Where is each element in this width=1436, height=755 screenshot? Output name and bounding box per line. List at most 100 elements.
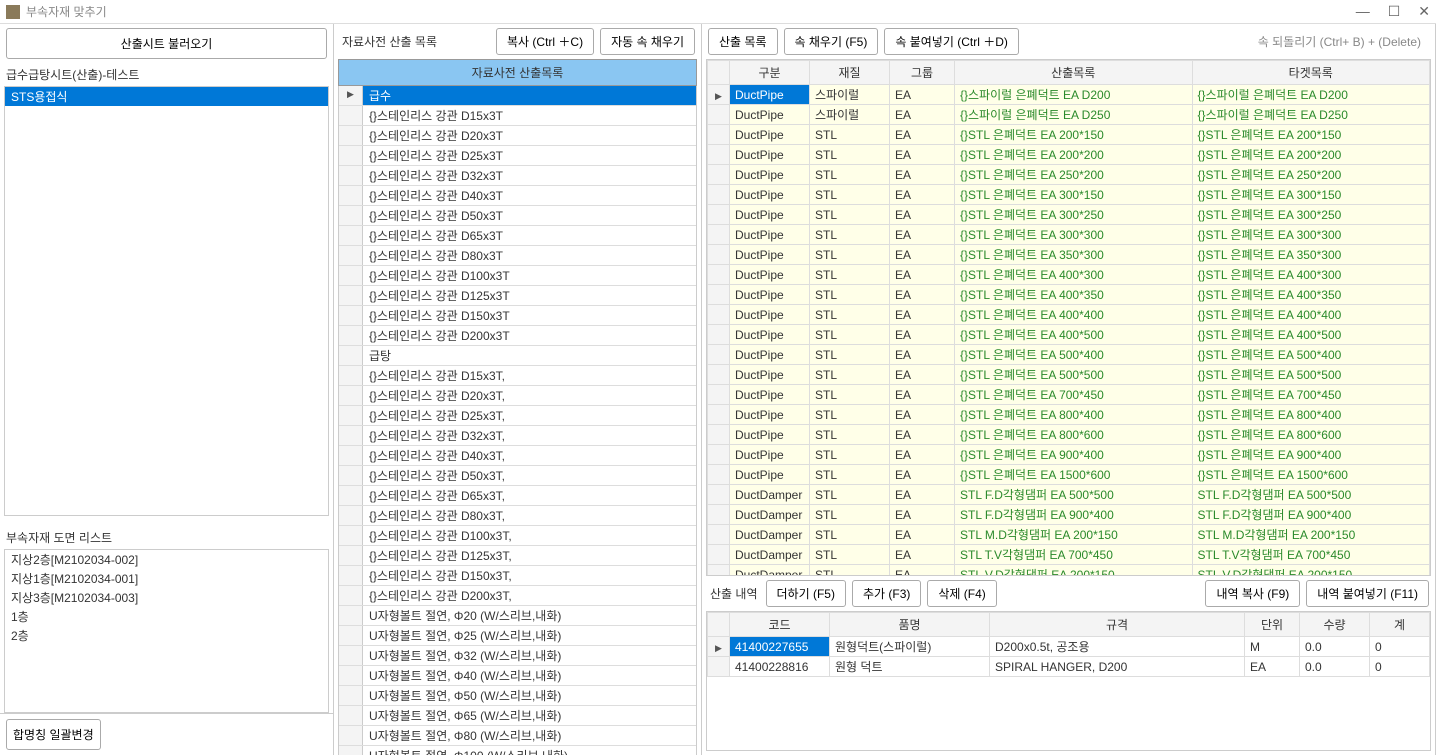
grid-header[interactable]: 산출목록 — [955, 61, 1193, 85]
dict-list-row[interactable]: {}스테인리스 강관 D100x3T, — [339, 526, 696, 546]
autofill-button[interactable]: 자동 속 채우기 — [600, 28, 695, 55]
dict-list-row[interactable]: {}스테인리스 강관 D125x3T, — [339, 546, 696, 566]
dict-list-row[interactable]: U자형볼트 절연, Φ40 (W/스리브,내화) — [339, 666, 696, 686]
dict-list-row[interactable]: {}스테인리스 강관 D50x3T, — [339, 466, 696, 486]
detail-header[interactable]: 계 — [1370, 613, 1430, 637]
grid-row[interactable]: DuctPipeSTLEA{}STL 은폐덕트 EA 200*150{}STL … — [708, 125, 1430, 145]
drawing-list-item[interactable]: 2층 — [5, 626, 328, 645]
grid-row[interactable]: DuctPipeSTLEA{}STL 은폐덕트 EA 800*600{}STL … — [708, 425, 1430, 445]
grid-row[interactable]: DuctPipeSTLEA{}STL 은폐덕트 EA 400*350{}STL … — [708, 285, 1430, 305]
dict-list-row[interactable]: {}스테인리스 강관 D32x3T — [339, 166, 696, 186]
rename-batch-button[interactable]: 합명칭 일괄변경 — [6, 719, 101, 750]
grid-row[interactable]: DuctPipeSTLEA{}STL 은폐덕트 EA 200*200{}STL … — [708, 145, 1430, 165]
grid-row[interactable]: DuctPipeSTLEA{}STL 은폐덕트 EA 300*300{}STL … — [708, 225, 1430, 245]
grid-header[interactable]: 타겟목록 — [1192, 61, 1430, 85]
grid-row[interactable]: DuctPipeSTLEA{}STL 은폐덕트 EA 400*500{}STL … — [708, 325, 1430, 345]
grid-row[interactable]: DuctPipeSTLEA{}STL 은폐덕트 EA 400*300{}STL … — [708, 265, 1430, 285]
dict-list-row[interactable]: {}스테인리스 강관 D15x3T — [339, 106, 696, 126]
dict-list-row[interactable]: {}스테인리스 강관 D150x3T — [339, 306, 696, 326]
sheet-tree[interactable]: STS용접식 — [4, 86, 329, 516]
drawing-list[interactable]: 지상2층[M2102034-002]지상1층[M2102034-001]지상3층… — [4, 549, 329, 713]
dict-list-row[interactable]: 급탕 — [339, 346, 696, 366]
dict-list-row[interactable]: U자형볼트 절연, Φ80 (W/스리브,내화) — [339, 726, 696, 746]
dict-list-row[interactable]: {}스테인리스 강관 D100x3T — [339, 266, 696, 286]
copy-button[interactable]: 복사 (Ctrl ＋C) — [496, 28, 594, 55]
grid-header[interactable]: 구분 — [730, 61, 810, 85]
dict-list-row[interactable]: {}스테인리스 강관 D20x3T — [339, 126, 696, 146]
grid-row[interactable]: DuctPipeSTLEA{}STL 은폐덕트 EA 500*400{}STL … — [708, 345, 1430, 365]
detail-header[interactable]: 품명 — [830, 613, 990, 637]
dict-list-row[interactable]: 급수 — [339, 86, 696, 106]
main-grid-wrap[interactable]: 구분재질그룹산출목록타겟목록 DuctPipe스파이럴EA{}스파이럴 은폐덕트… — [706, 59, 1431, 576]
dict-list-row[interactable]: {}스테인리스 강관 D65x3T — [339, 226, 696, 246]
paste-attr-button[interactable]: 속 붙여넣기 (Ctrl ＋D) — [884, 28, 1019, 55]
drawing-list-item[interactable]: 지상3층[M2102034-003] — [5, 588, 328, 607]
grid-row[interactable]: DuctPipe스파이럴EA{}스파이럴 은폐덕트 EA D250{}스파이럴 … — [708, 105, 1430, 125]
drawing-list-item[interactable]: 지상2층[M2102034-002] — [5, 550, 328, 569]
dict-list-row[interactable]: U자형볼트 절연, Φ20 (W/스리브,내화) — [339, 606, 696, 626]
dict-list-row[interactable]: {}스테인리스 강관 D50x3T — [339, 206, 696, 226]
grid-row[interactable]: DuctDamperSTLEASTL V.D각형댐퍼 EA 200*150STL… — [708, 565, 1430, 577]
detail-paste-button[interactable]: 내역 붙여넣기 (F11) — [1306, 580, 1429, 607]
detail-add-button[interactable]: 더하기 (F5) — [766, 580, 846, 607]
dict-list-row[interactable]: U자형볼트 절연, Φ32 (W/스리브,내화) — [339, 646, 696, 666]
close-button[interactable]: ✕ — [1418, 3, 1430, 20]
grid-row[interactable]: DuctDamperSTLEASTL T.V각형댐퍼 EA 700*450STL… — [708, 545, 1430, 565]
grid-row[interactable]: DuctPipeSTLEA{}STL 은폐덕트 EA 500*500{}STL … — [708, 365, 1430, 385]
dict-list-row[interactable]: {}스테인리스 강관 D40x3T — [339, 186, 696, 206]
grid-header[interactable]: 재질 — [810, 61, 890, 85]
output-list-button[interactable]: 산출 목록 — [708, 28, 778, 55]
detail-grid-wrap[interactable]: 코드품명규격단위수량계 41400227655원형덕트(스파이럴)D200x0.… — [706, 611, 1431, 751]
dict-list-row[interactable]: {}스테인리스 강관 D200x3T — [339, 326, 696, 346]
dict-list-row[interactable]: {}스테인리스 강관 D25x3T — [339, 146, 696, 166]
dict-list-row[interactable]: U자형볼트 절연, Φ100 (W/스리브,내화) — [339, 746, 696, 755]
grid-row[interactable]: DuctPipeSTLEA{}STL 은폐덕트 EA 400*400{}STL … — [708, 305, 1430, 325]
load-sheet-button[interactable]: 산출시트 불러오기 — [6, 28, 327, 59]
grid-row[interactable]: DuctDamperSTLEASTL F.D각형댐퍼 EA 500*500STL… — [708, 485, 1430, 505]
minimize-button[interactable]: — — [1356, 3, 1370, 20]
dict-list-row[interactable]: {}스테인리스 강관 D40x3T, — [339, 446, 696, 466]
grid-row[interactable]: DuctPipeSTLEA{}STL 은폐덕트 EA 350*300{}STL … — [708, 245, 1430, 265]
sheet-tree-header: 급수급탕시트(산출)-테스트 — [0, 63, 333, 86]
grid-row[interactable]: DuctDamperSTLEASTL F.D각형댐퍼 EA 900*400STL… — [708, 505, 1430, 525]
grid-row[interactable]: DuctPipeSTLEA{}STL 은폐덕트 EA 900*400{}STL … — [708, 445, 1430, 465]
detail-row[interactable]: 41400228816원형 덕트SPIRAL HANGER, D200EA0.0… — [708, 657, 1430, 677]
dict-list-row[interactable]: {}스테인리스 강관 D80x3T, — [339, 506, 696, 526]
grid-header[interactable]: 그룹 — [890, 61, 955, 85]
dict-list-row[interactable]: U자형볼트 절연, Φ65 (W/스리브,내화) — [339, 706, 696, 726]
dict-list-row[interactable]: {}스테인리스 강관 D25x3T, — [339, 406, 696, 426]
detail-row[interactable]: 41400227655원형덕트(스파이럴)D200x0.5t, 공조용M0.00 — [708, 637, 1430, 657]
detail-header[interactable]: 코드 — [730, 613, 830, 637]
grid-row[interactable]: DuctPipeSTLEA{}STL 은폐덕트 EA 250*200{}STL … — [708, 165, 1430, 185]
drawing-list-item[interactable]: 지상1층[M2102034-001] — [5, 569, 328, 588]
detail-append-button[interactable]: 추가 (F3) — [852, 580, 921, 607]
detail-header[interactable]: 단위 — [1245, 613, 1300, 637]
drawing-list-item[interactable]: 1층 — [5, 607, 328, 626]
grid-row[interactable]: DuctDamperSTLEASTL M.D각형댐퍼 EA 200*150STL… — [708, 525, 1430, 545]
fill-button[interactable]: 속 채우기 (F5) — [784, 28, 879, 55]
dict-list-row[interactable]: {}스테인리스 강관 D32x3T, — [339, 426, 696, 446]
dict-list-row[interactable]: {}스테인리스 강관 D150x3T, — [339, 566, 696, 586]
grid-row[interactable]: DuctPipeSTLEA{}STL 은폐덕트 EA 700*450{}STL … — [708, 385, 1430, 405]
dict-list-row[interactable]: U자형볼트 절연, Φ50 (W/스리브,내화) — [339, 686, 696, 706]
detail-delete-button[interactable]: 삭제 (F4) — [927, 580, 996, 607]
detail-header[interactable]: 수량 — [1300, 613, 1370, 637]
dict-list-row[interactable]: {}스테인리스 강관 D15x3T, — [339, 366, 696, 386]
grid-row[interactable]: DuctPipeSTLEA{}STL 은폐덕트 EA 800*400{}STL … — [708, 405, 1430, 425]
grid-row[interactable]: DuctPipe스파이럴EA{}스파이럴 은폐덕트 EA D200{}스파이럴 … — [708, 85, 1430, 105]
dict-list[interactable]: 급수{}스테인리스 강관 D15x3T{}스테인리스 강관 D20x3T{}스테… — [338, 86, 697, 755]
dict-list-row[interactable]: {}스테인리스 강관 D200x3T, — [339, 586, 696, 606]
detail-copy-button[interactable]: 내역 복사 (F9) — [1205, 580, 1300, 607]
grid-row[interactable]: DuctPipeSTLEA{}STL 은폐덕트 EA 300*250{}STL … — [708, 205, 1430, 225]
maximize-button[interactable]: ☐ — [1388, 3, 1401, 20]
grid-row[interactable]: DuctPipeSTLEA{}STL 은폐덕트 EA 1500*600{}STL… — [708, 465, 1430, 485]
grid-row[interactable]: DuctPipeSTLEA{}STL 은폐덕트 EA 300*150{}STL … — [708, 185, 1430, 205]
dict-list-label: 자료사전 산출 목록 — [340, 29, 439, 54]
dict-list-row[interactable]: {}스테인리스 강관 D20x3T, — [339, 386, 696, 406]
dict-list-row[interactable]: {}스테인리스 강관 D80x3T — [339, 246, 696, 266]
sheet-tree-item[interactable]: STS용접식 — [5, 87, 328, 106]
dict-list-row[interactable]: {}스테인리스 강관 D125x3T — [339, 286, 696, 306]
dict-list-row[interactable]: U자형볼트 절연, Φ25 (W/스리브,내화) — [339, 626, 696, 646]
detail-header[interactable]: 규격 — [990, 613, 1245, 637]
dict-list-row[interactable]: {}스테인리스 강관 D65x3T, — [339, 486, 696, 506]
